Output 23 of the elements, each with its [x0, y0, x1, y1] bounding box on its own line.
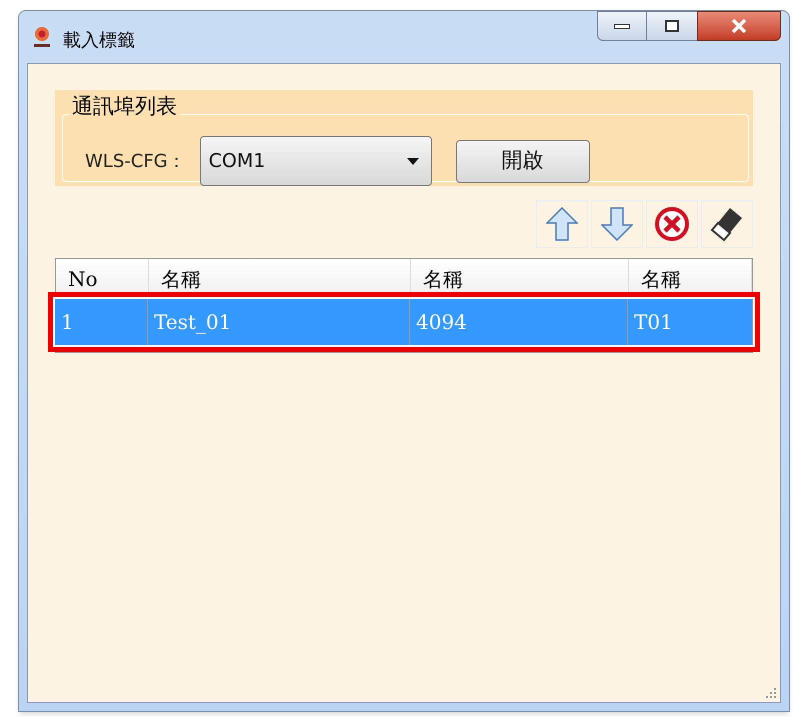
maximize-button[interactable]: [647, 11, 697, 41]
resize-grip-icon: [765, 687, 777, 699]
port-label: WLS-CFG：: [85, 150, 186, 174]
eraser-icon: [710, 206, 744, 242]
window-title: 載入標籤: [63, 29, 135, 53]
eraser-button[interactable]: [701, 200, 753, 248]
caret-icon: [406, 158, 419, 164]
close-button[interactable]: [697, 11, 781, 41]
close-icon: [731, 19, 747, 33]
app-logo-icon: [31, 25, 53, 49]
table-cell: 1: [55, 299, 148, 345]
delete-button[interactable]: [646, 200, 698, 248]
move-down-button[interactable]: [591, 200, 643, 248]
delete-icon: [654, 206, 690, 242]
table-cell: Test_01: [148, 299, 410, 345]
open-button[interactable]: 開啟: [456, 140, 590, 182]
minimize-button[interactable]: [597, 11, 647, 41]
table-cell: 4094: [410, 299, 628, 345]
table-cell: T01: [628, 299, 753, 345]
arrow-up-icon: [546, 207, 578, 241]
move-up-button[interactable]: [536, 200, 588, 248]
arrow-down-icon: [601, 207, 633, 241]
port-dropdown[interactable]: COM1: [200, 136, 432, 186]
